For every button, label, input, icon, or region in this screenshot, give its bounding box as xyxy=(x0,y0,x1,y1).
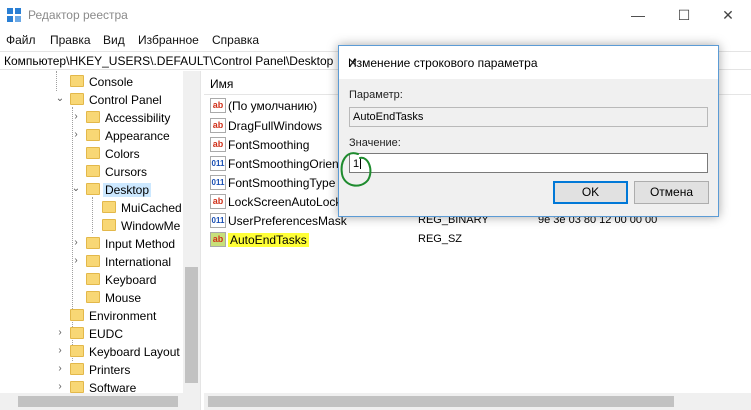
maximize-button[interactable]: ☐ xyxy=(661,0,707,30)
chevron-right-icon[interactable]: › xyxy=(55,345,65,357)
tree-item-desktop[interactable]: ⌄ Desktop xyxy=(0,181,183,199)
regedit-icon xyxy=(7,8,21,22)
close-button[interactable]: ✕ xyxy=(705,0,751,30)
tree-item-muicached[interactable]: MuiCached xyxy=(0,199,183,217)
tree-item-mouse[interactable]: Mouse xyxy=(0,289,183,307)
tree-item-environment[interactable]: Environment xyxy=(0,307,183,325)
chevron-right-icon[interactable]: › xyxy=(71,255,81,267)
tree-item-input-method[interactable]: › Input Method xyxy=(0,235,183,253)
menu-file[interactable]: Файл xyxy=(6,33,36,47)
folder-icon xyxy=(86,291,100,303)
scroll-thumb[interactable] xyxy=(18,396,178,407)
folder-icon xyxy=(86,237,100,249)
menu-help[interactable]: Справка xyxy=(212,33,259,47)
chevron-down-icon[interactable]: ⌄ xyxy=(71,183,81,195)
close-icon[interactable]: ✕ xyxy=(348,56,708,70)
menu-edit[interactable]: Правка xyxy=(50,33,91,47)
menu-favorites[interactable]: Избранное xyxy=(138,33,199,47)
annotation-circle-icon xyxy=(340,152,372,187)
tree-item-printers[interactable]: › Printers xyxy=(0,361,183,379)
folder-icon xyxy=(86,165,100,177)
chevron-right-icon[interactable]: › xyxy=(71,111,81,123)
cancel-button[interactable]: Отмена xyxy=(634,181,709,204)
folder-icon xyxy=(86,147,100,159)
folder-icon xyxy=(70,93,84,105)
string-value-icon: ab xyxy=(210,98,226,113)
folder-icon xyxy=(86,111,100,123)
registry-tree: Console ⌄ Control Panel › Accessibility … xyxy=(0,71,199,410)
dialog-title-bar: Изменение строкового параметра ✕ xyxy=(339,46,718,79)
chevron-down-icon[interactable]: ⌄ xyxy=(55,93,65,105)
edit-string-dialog: Изменение строкового параметра ✕ Парамет… xyxy=(338,45,719,217)
tree-vertical-scrollbar[interactable] xyxy=(183,71,200,393)
tree-item-cursors[interactable]: Cursors xyxy=(0,163,183,181)
folder-icon xyxy=(102,219,116,231)
ok-button[interactable]: OK xyxy=(553,181,628,204)
binary-value-icon: 011 xyxy=(210,156,226,171)
scroll-thumb[interactable] xyxy=(208,396,674,407)
binary-value-icon: 011 xyxy=(210,175,226,190)
tree-item-appearance[interactable]: › Appearance xyxy=(0,127,183,145)
folder-icon xyxy=(70,381,84,393)
binary-value-icon: 011 xyxy=(210,213,226,228)
chevron-right-icon[interactable]: › xyxy=(71,237,81,249)
tree-item-eudc[interactable]: › EUDC xyxy=(0,325,183,343)
title-bar: Редактор реестра — ☐ ✕ xyxy=(0,0,751,30)
tree-item-console[interactable]: Console xyxy=(0,73,183,91)
value-type: REG_SZ xyxy=(418,233,463,245)
tree-item-keyboard[interactable]: Keyboard xyxy=(0,271,183,289)
folder-icon xyxy=(86,273,100,285)
chevron-right-icon[interactable]: › xyxy=(55,363,65,375)
value-row-autoendtasks[interactable]: ab AutoEndTasks REG_SZ xyxy=(204,230,751,249)
param-label: Параметр: xyxy=(349,89,403,101)
folder-icon xyxy=(86,183,100,195)
window-title: Редактор реестра xyxy=(28,8,128,22)
chevron-right-icon[interactable]: › xyxy=(55,327,65,339)
chevron-right-icon[interactable]: › xyxy=(55,381,65,393)
tree-horizontal-scrollbar[interactable] xyxy=(0,393,200,410)
folder-icon xyxy=(70,327,84,339)
tree-item-keyboard-layout[interactable]: › Keyboard Layout xyxy=(0,343,183,361)
tree-item-international[interactable]: › International xyxy=(0,253,183,271)
folder-icon xyxy=(70,75,84,87)
string-value-icon: ab xyxy=(210,194,226,209)
tree-item-windowmetrics[interactable]: WindowMe xyxy=(0,217,183,235)
address-path[interactable]: Компьютер\HKEY_USERS\.DEFAULT\Control Pa… xyxy=(4,54,333,68)
scroll-thumb[interactable] xyxy=(185,267,198,383)
menu-view[interactable]: Вид xyxy=(103,33,125,47)
tree-item-control-panel[interactable]: ⌄ Control Panel xyxy=(0,91,183,109)
tree-item-colors[interactable]: Colors xyxy=(0,145,183,163)
param-name-field: AutoEndTasks xyxy=(349,107,708,127)
string-value-icon: ab xyxy=(210,137,226,152)
folder-icon xyxy=(86,129,100,141)
tree-item-accessibility[interactable]: › Accessibility xyxy=(0,109,183,127)
folder-icon xyxy=(70,345,84,357)
folder-icon xyxy=(70,363,84,375)
string-value-icon: ab xyxy=(210,118,226,133)
column-name-header[interactable]: Имя xyxy=(210,77,233,91)
values-horizontal-scrollbar[interactable] xyxy=(204,393,751,410)
folder-icon xyxy=(86,255,100,267)
folder-icon xyxy=(70,309,84,321)
chevron-right-icon[interactable]: › xyxy=(71,129,81,141)
folder-icon xyxy=(102,201,116,213)
string-value-icon: ab xyxy=(210,232,226,247)
value-input[interactable]: 1 xyxy=(349,153,708,173)
minimize-button[interactable]: — xyxy=(615,0,661,30)
